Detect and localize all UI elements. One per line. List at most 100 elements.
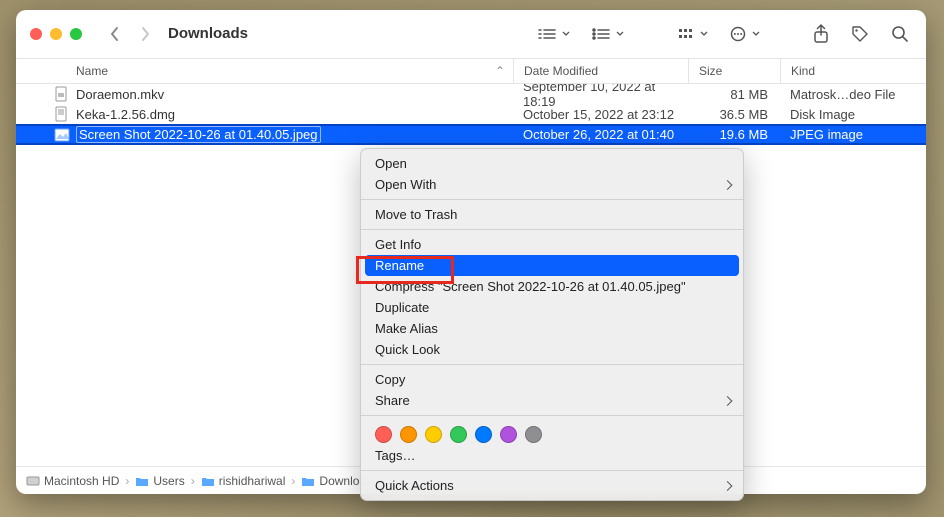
menu-label: Tags…: [375, 448, 415, 463]
crumb-label: rishidhariwal: [219, 474, 286, 488]
arrange-button[interactable]: [670, 22, 714, 46]
menu-label: Quick Look: [375, 342, 440, 357]
menu-label: Copy: [375, 372, 405, 387]
file-date: October 15, 2022 at 23:12: [513, 107, 688, 122]
menu-quick-actions[interactable]: Quick Actions: [361, 475, 743, 496]
file-date: September 10, 2022 at 18:19: [513, 84, 688, 109]
chevron-right-icon: ›: [289, 474, 297, 488]
file-kind: Matrosk…deo File: [780, 87, 926, 102]
tag-blue[interactable]: [475, 426, 492, 443]
image-file-icon: [54, 127, 70, 143]
column-name-label: Name: [76, 64, 108, 78]
file-kind: JPEG image: [780, 127, 926, 142]
file-kind: Disk Image: [780, 107, 926, 122]
tag-red[interactable]: [375, 426, 392, 443]
share-button[interactable]: [806, 20, 836, 48]
file-name: Keka-1.2.56.dmg: [76, 107, 175, 122]
menu-label: Open With: [375, 177, 436, 192]
chevron-down-icon: [562, 31, 570, 37]
menu-label: Duplicate: [375, 300, 429, 315]
menu-label: Move to Trash: [375, 207, 457, 222]
action-button[interactable]: [722, 21, 766, 47]
menu-move-to-trash[interactable]: Move to Trash: [361, 204, 743, 225]
group-button[interactable]: [584, 22, 630, 46]
window-controls: [30, 28, 82, 40]
column-size-label: Size: [699, 64, 722, 78]
file-date: October 26, 2022 at 01:40: [513, 127, 688, 142]
menu-open[interactable]: Open: [361, 153, 743, 174]
menu-label: Quick Actions: [375, 478, 454, 493]
menu-label: Compress "Screen Shot 2022-10-26 at 01.4…: [375, 279, 686, 294]
column-header-name[interactable]: Name ⌃: [16, 64, 513, 78]
menu-separator: [361, 415, 743, 416]
tag-purple[interactable]: [500, 426, 517, 443]
column-headers: Name ⌃ Date Modified Size Kind: [16, 58, 926, 84]
tags-button[interactable]: [844, 20, 876, 48]
menu-copy[interactable]: Copy: [361, 369, 743, 390]
file-row[interactable]: Doraemon.mkv September 10, 2022 at 18:19…: [16, 84, 926, 104]
close-button[interactable]: [30, 28, 42, 40]
file-size: 19.6 MB: [688, 127, 780, 142]
menu-separator: [361, 364, 743, 365]
menu-duplicate[interactable]: Duplicate: [361, 297, 743, 318]
menu-separator: [361, 470, 743, 471]
menu-get-info[interactable]: Get Info: [361, 234, 743, 255]
file-row-selected[interactable]: Screen Shot 2022-10-26 at 01.40.05.jpeg …: [16, 124, 926, 145]
menu-label: Open: [375, 156, 407, 171]
zoom-button[interactable]: [70, 28, 82, 40]
menu-share[interactable]: Share: [361, 390, 743, 411]
chevron-down-icon: [752, 31, 760, 37]
column-header-kind[interactable]: Kind: [780, 59, 926, 83]
video-file-icon: [54, 86, 70, 102]
menu-rename[interactable]: Rename: [365, 255, 739, 276]
tag-yellow[interactable]: [425, 426, 442, 443]
menu-separator: [361, 229, 743, 230]
menu-tags[interactable]: Tags…: [361, 445, 743, 466]
file-size: 36.5 MB: [688, 107, 780, 122]
menu-compress[interactable]: Compress "Screen Shot 2022-10-26 at 01.4…: [361, 276, 743, 297]
tag-green[interactable]: [450, 426, 467, 443]
menu-label: Get Info: [375, 237, 421, 252]
menu-make-alias[interactable]: Make Alias: [361, 318, 743, 339]
path-crumb[interactable]: rishidhariwal: [201, 474, 286, 488]
menu-label: Share: [375, 393, 410, 408]
chevron-down-icon: [616, 31, 624, 37]
chevron-down-icon: [700, 31, 708, 37]
column-header-date[interactable]: Date Modified: [513, 59, 688, 83]
tag-color-row: [361, 420, 743, 445]
toolbar: Downloads: [16, 10, 926, 58]
sort-asc-icon: ⌃: [495, 64, 505, 78]
path-crumb[interactable]: Users: [135, 474, 184, 488]
crumb-label: Users: [153, 474, 184, 488]
column-date-label: Date Modified: [524, 64, 598, 78]
disk-icon: [26, 474, 40, 488]
minimize-button[interactable]: [50, 28, 62, 40]
path-crumb[interactable]: Macintosh HD: [26, 474, 119, 488]
tag-gray[interactable]: [525, 426, 542, 443]
file-row[interactable]: Keka-1.2.56.dmg October 15, 2022 at 23:1…: [16, 104, 926, 124]
file-size: 81 MB: [688, 87, 780, 102]
chevron-right-icon: ›: [123, 474, 131, 488]
window-title: Downloads: [168, 25, 248, 42]
crumb-label: Macintosh HD: [44, 474, 119, 488]
chevron-right-icon: ›: [189, 474, 197, 488]
view-icons-button[interactable]: [530, 22, 576, 46]
folder-icon: [201, 474, 215, 488]
menu-quick-look[interactable]: Quick Look: [361, 339, 743, 360]
search-button[interactable]: [884, 20, 916, 48]
folder-icon: [135, 474, 149, 488]
column-kind-label: Kind: [791, 64, 815, 78]
column-header-size[interactable]: Size: [688, 59, 780, 83]
folder-icon: [301, 474, 315, 488]
back-button[interactable]: [104, 23, 126, 45]
menu-label: Rename: [375, 258, 424, 273]
menu-open-with[interactable]: Open With: [361, 174, 743, 195]
file-name: Screen Shot 2022-10-26 at 01.40.05.jpeg: [76, 126, 321, 143]
file-name: Doraemon.mkv: [76, 87, 164, 102]
forward-button[interactable]: [134, 23, 156, 45]
menu-separator: [361, 199, 743, 200]
tag-orange[interactable]: [400, 426, 417, 443]
context-menu: Open Open With Move to Trash Get Info Re…: [360, 148, 744, 501]
dmg-file-icon: [54, 106, 70, 122]
menu-label: Make Alias: [375, 321, 438, 336]
